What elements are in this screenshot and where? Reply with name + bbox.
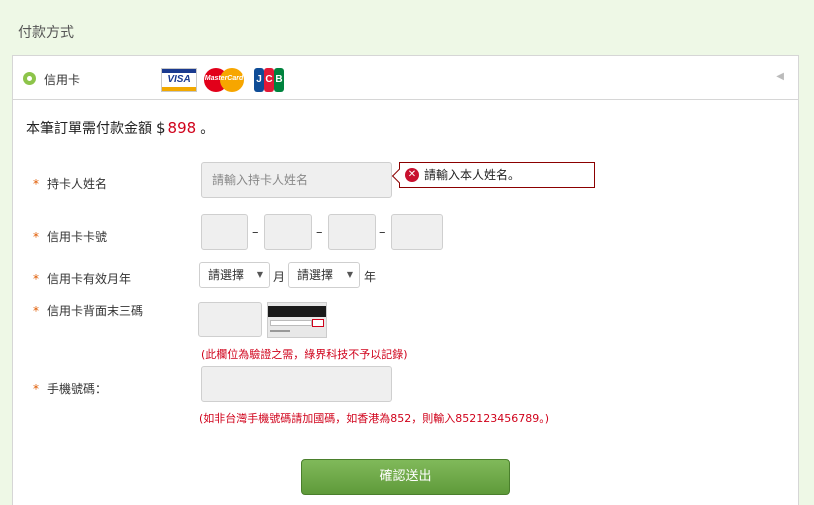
cardholder-input[interactable]: 請輸入持卡人姓名 [201, 162, 392, 198]
dropdown-arrow-icon: ▼ [346, 270, 353, 279]
card-number-separator: – [379, 225, 386, 240]
card-number-label: * 信用卡卡號 [33, 230, 108, 244]
card-number-input-4[interactable] [391, 214, 443, 250]
payment-panel: 信用卡 VISA MasterCard JCB ◀ 本筆訂單需付款金額 $898。… [12, 55, 799, 505]
year-unit: 年 [364, 270, 377, 284]
amount-line: 本筆訂單需付款金額 $898。 [26, 118, 214, 138]
card-number-separator: – [252, 225, 259, 240]
collapse-arrow-icon[interactable]: ◀ [776, 71, 784, 82]
jcb-logo-icon: JCB [254, 68, 284, 92]
visa-logo-icon: VISA [161, 68, 197, 92]
expiry-month-select[interactable]: 請選擇 ▼ [199, 262, 270, 288]
month-unit: 月 [273, 270, 286, 284]
phone-input[interactable] [201, 366, 392, 402]
cvv-hint: (此欄位為驗證之需，綠界科技不予以記錄) [201, 348, 408, 361]
expiry-year-select[interactable]: 請選擇 ▼ [288, 262, 360, 288]
credit-card-label: 信用卡 [44, 73, 81, 87]
payment-method-row[interactable]: 信用卡 VISA MasterCard JCB ◀ [13, 56, 798, 100]
cardholder-label: * 持卡人姓名 [33, 177, 108, 191]
amount-currency: $ [156, 119, 166, 137]
card-number-input-3[interactable] [328, 214, 376, 250]
cvv-label: * 信用卡背面末三碼 [33, 304, 144, 318]
expiry-label: * 信用卡有效月年 [33, 272, 132, 286]
amount-value: 898 [167, 119, 197, 137]
credit-card-radio[interactable] [23, 72, 36, 85]
submit-button[interactable]: 確認送出 [301, 459, 510, 495]
card-number-separator: – [316, 225, 323, 240]
phone-hint: (如非台灣手機號碼請加國碼，如香港為852，則輸入852123456789。) [199, 412, 550, 425]
cvv-input[interactable] [198, 302, 262, 337]
phone-label: * 手機號碼： [33, 382, 108, 396]
amount-suffix: 。 [200, 121, 215, 137]
mastercard-logo-icon: MasterCard [204, 68, 244, 92]
error-icon: ✕ [405, 168, 419, 182]
amount-prefix: 本筆訂單需付款金額 [26, 121, 152, 137]
section-title: 付款方式 [18, 25, 74, 41]
card-number-input-2[interactable] [264, 214, 312, 250]
cardholder-error: ✕ 請輸入本人姓名。 [399, 162, 595, 188]
card-number-input-1[interactable] [201, 214, 248, 250]
dropdown-arrow-icon: ▼ [256, 270, 263, 279]
card-back-illustration [267, 302, 327, 338]
